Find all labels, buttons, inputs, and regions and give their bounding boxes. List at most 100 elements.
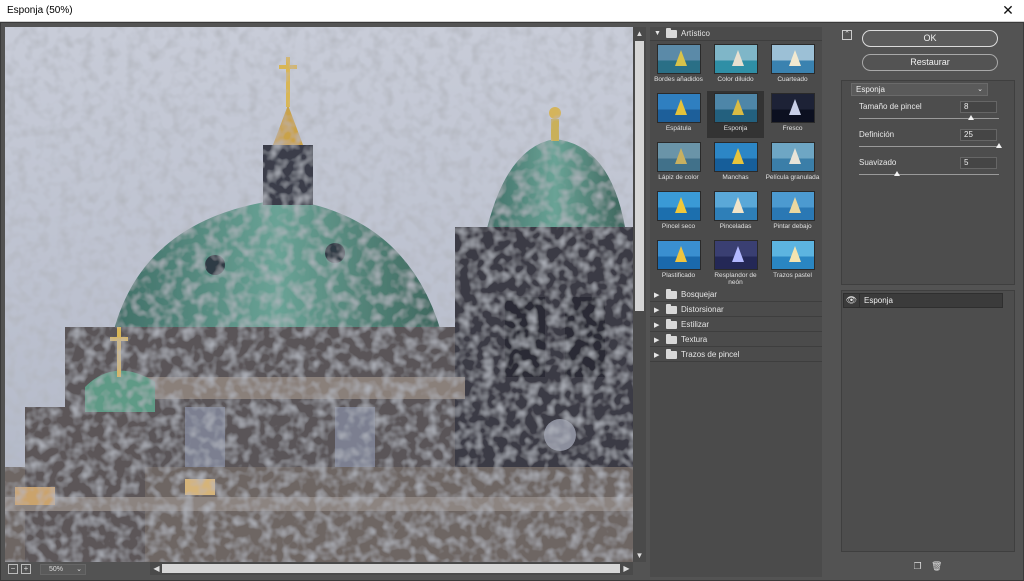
category-artistico[interactable]: ▼ Artístico bbox=[650, 27, 822, 41]
filter-thumbnail-label: Pinceladas bbox=[719, 223, 752, 230]
filter-thumbnail-label: Espátula bbox=[665, 125, 692, 132]
thumb-resplandor-de-neon bbox=[714, 240, 758, 270]
delete-effect-layer-icon[interactable]: 🗑 bbox=[931, 561, 942, 572]
chevron-down-icon: ⌄ bbox=[977, 86, 983, 93]
filter-thumbnail-label: Manchas bbox=[722, 174, 749, 181]
sailboat-icon bbox=[789, 50, 801, 66]
category-label: Textura bbox=[681, 335, 708, 344]
filter-thumbnail[interactable]: Resplandor de neón bbox=[707, 238, 764, 286]
parameter-value-input[interactable]: 25 bbox=[960, 129, 997, 141]
zoom-select[interactable]: 50% ⌄ bbox=[40, 563, 86, 575]
title-bar: Esponja (50%) ✕ bbox=[0, 0, 1024, 22]
ok-button[interactable]: OK bbox=[862, 30, 998, 47]
filter-thumbnail[interactable]: Color diluido bbox=[707, 42, 764, 89]
filter-thumbnail[interactable]: Bordes añadidos bbox=[650, 42, 707, 89]
category-collapsed[interactable]: ▶ Estilizar bbox=[650, 318, 822, 332]
sailboat-icon bbox=[675, 246, 687, 262]
visibility-eye-icon[interactable]: 👁 bbox=[844, 294, 860, 307]
thumb-bordes-anadidos bbox=[657, 44, 701, 74]
category-label: Estilizar bbox=[681, 320, 710, 329]
close-icon[interactable]: ✕ bbox=[1000, 2, 1016, 18]
filter-thumbnail[interactable]: Fresco bbox=[764, 91, 821, 138]
filter-thumbnail[interactable]: Cuarteado bbox=[764, 42, 821, 89]
filter-parameter: Suavizado 5 bbox=[859, 157, 999, 184]
filter-thumbnail-label: Esponja bbox=[723, 125, 748, 132]
scroll-up-icon[interactable]: ▲ bbox=[634, 28, 645, 39]
category-collapsed[interactable]: ▶ Bosquejar bbox=[650, 288, 822, 302]
filter-thumbnail[interactable]: Película granulada bbox=[764, 140, 821, 187]
parameter-slider-track[interactable] bbox=[859, 146, 999, 147]
filter-thumbnail-label: Película granulada bbox=[765, 174, 820, 181]
category-collapsed[interactable]: ▶ Textura bbox=[650, 333, 822, 347]
thumb-plastificado bbox=[657, 240, 701, 270]
thumb-pinceladas bbox=[714, 191, 758, 221]
sailboat-icon bbox=[789, 197, 801, 213]
parameter-label: Tamaño de pincel bbox=[859, 102, 922, 111]
zoom-in-icon[interactable]: + bbox=[21, 564, 31, 574]
filter-thumbnail-label: Bordes añadidos bbox=[654, 76, 703, 83]
parameter-label: Suavizado bbox=[859, 158, 897, 167]
category-label: Distorsionar bbox=[681, 305, 724, 314]
scroll-down-icon[interactable]: ▼ bbox=[634, 550, 645, 561]
filter-select[interactable]: Esponja ⌄ bbox=[851, 83, 988, 96]
filter-thumbnail-label: Cuarteado bbox=[777, 76, 808, 83]
folder-icon bbox=[666, 333, 677, 344]
scroll-right-icon[interactable]: ▶ bbox=[621, 563, 632, 574]
filter-thumbnail[interactable]: Pinceladas bbox=[707, 189, 764, 236]
thumb-pelicula-granulada bbox=[771, 142, 815, 172]
effect-layer-row[interactable]: 👁 Esponja bbox=[843, 293, 1003, 308]
preview-vertical-scrollbar[interactable]: ▲ ▼ bbox=[633, 27, 646, 562]
folder-icon bbox=[666, 348, 677, 359]
chevron-down-icon: ⌄ bbox=[76, 565, 82, 573]
vertical-scroll-thumb[interactable] bbox=[635, 41, 644, 311]
sailboat-icon bbox=[675, 50, 687, 66]
filter-thumbnail-label: Fresco bbox=[782, 125, 803, 132]
collapsed-triangle-icon: ▶ bbox=[654, 351, 660, 359]
folder-icon bbox=[666, 303, 677, 314]
filter-thumbnail-label: Plastificado bbox=[661, 272, 696, 279]
category-collapsed[interactable]: ▶ Distorsionar bbox=[650, 303, 822, 317]
sailboat-icon bbox=[732, 99, 744, 115]
parameter-slider-track[interactable] bbox=[859, 118, 999, 119]
filter-thumbnail[interactable]: Pincel seco bbox=[650, 189, 707, 236]
filter-thumbnail-label: Color diluido bbox=[717, 76, 754, 83]
slider-handle-icon[interactable] bbox=[968, 115, 974, 120]
sailboat-icon bbox=[789, 99, 801, 115]
thumb-lapiz-de-color bbox=[657, 142, 701, 172]
folder-icon bbox=[666, 318, 677, 329]
horizontal-scroll-thumb[interactable] bbox=[162, 564, 620, 573]
sailboat-icon bbox=[789, 148, 801, 164]
filter-thumbnail[interactable]: Manchas bbox=[707, 140, 764, 187]
filter-thumbnail[interactable]: Espátula bbox=[650, 91, 707, 138]
filter-parameter: Definición 25 bbox=[859, 129, 1002, 156]
preview-horizontal-scrollbar[interactable]: ◀ ▶ bbox=[150, 562, 633, 575]
parameter-value-input[interactable]: 5 bbox=[960, 157, 997, 169]
scroll-left-icon[interactable]: ◀ bbox=[151, 563, 162, 574]
expanded-triangle-icon: ▼ bbox=[654, 30, 661, 37]
filter-thumbnail[interactable]: Lápiz de color bbox=[650, 140, 707, 187]
reset-button[interactable]: Restaurar bbox=[862, 54, 998, 71]
sailboat-icon bbox=[732, 50, 744, 66]
filter-thumbnail[interactable]: Pintar debajo bbox=[764, 189, 821, 236]
sailboat-icon bbox=[675, 197, 687, 213]
filter-thumbnail[interactable]: Esponja bbox=[707, 91, 764, 138]
new-effect-layer-icon[interactable]: ❐ bbox=[912, 561, 923, 572]
parameter-slider-track[interactable] bbox=[859, 174, 999, 175]
slider-handle-icon[interactable] bbox=[996, 143, 1002, 148]
sailboat-icon bbox=[732, 148, 744, 164]
zoom-out-icon[interactable]: − bbox=[8, 564, 18, 574]
slider-handle-icon[interactable] bbox=[893, 171, 900, 176]
parameter-value-input[interactable]: 8 bbox=[960, 101, 997, 113]
thumb-manchas bbox=[714, 142, 758, 172]
sailboat-icon bbox=[732, 197, 744, 213]
filter-thumbnail[interactable]: Plastificado bbox=[650, 238, 707, 285]
filter-thumbnail[interactable]: Trazos pastel bbox=[764, 238, 821, 285]
filter-thumbnail-label: Pintar debajo bbox=[773, 223, 812, 230]
category-collapsed[interactable]: ▶ Trazos de pincel bbox=[650, 348, 822, 362]
effect-layers-panel: 👁 Esponja bbox=[841, 290, 1015, 552]
parameter-label: Definición bbox=[859, 130, 895, 139]
filter-settings-panel: Esponja ⌄ Tamaño de pincel 8 Definición 25 S… bbox=[841, 80, 1015, 285]
preview-canvas[interactable] bbox=[5, 27, 633, 562]
collapsed-triangle-icon: ▶ bbox=[654, 291, 660, 299]
collapse-gallery-icon[interactable]: ⌃ bbox=[842, 30, 852, 40]
